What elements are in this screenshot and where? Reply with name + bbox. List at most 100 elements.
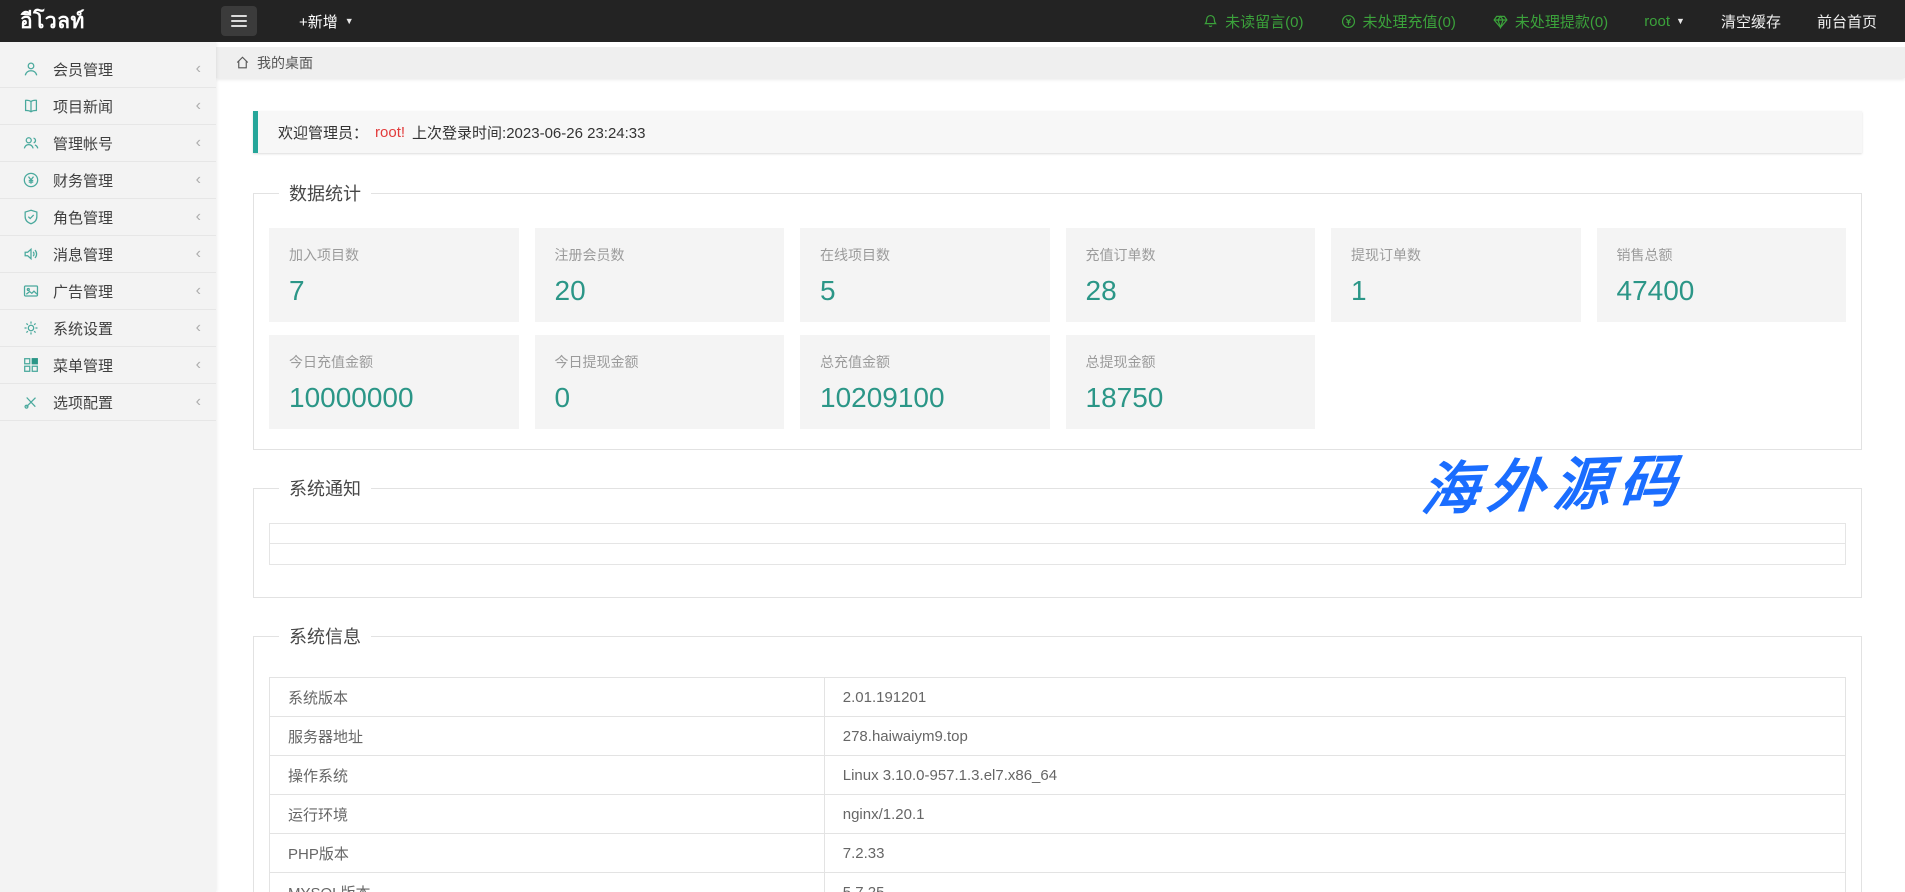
pending-withdraw-label: 未处理提款(0) — [1515, 11, 1608, 32]
sysinfo-label: 服务器地址 — [270, 717, 825, 756]
chevron-down-icon: ▼ — [345, 16, 354, 26]
chevron-left-icon: ‹ — [196, 172, 201, 188]
chevron-left-icon: ‹ — [196, 209, 201, 225]
chevron-left-icon: ‹ — [196, 98, 201, 114]
stat-label: 加入项目数 — [289, 245, 499, 265]
stat-label: 在线项目数 — [820, 245, 1030, 265]
pending-recharge-label: 未处理充值(0) — [1363, 11, 1456, 32]
sidebar-item-messages[interactable]: 消息管理 ‹ — [0, 236, 216, 273]
user-menu[interactable]: root ▼ — [1644, 13, 1685, 30]
stat-label: 总充值金额 — [820, 352, 1030, 372]
stat-value: 5 — [820, 275, 1030, 307]
sidebar-item-label: 角色管理 — [53, 207, 196, 228]
image-icon — [21, 281, 41, 301]
stat-value: 1 — [1351, 275, 1561, 307]
pending-withdraw-link[interactable]: 未处理提款(0) — [1492, 11, 1608, 32]
welcome-prefix: 欢迎管理员： — [278, 122, 368, 143]
stat-card: 销售总额 47400 — [1597, 228, 1847, 322]
sysinfo-label: PHP版本 — [270, 834, 825, 873]
sidebar-item-menus[interactable]: 菜单管理 ‹ — [0, 347, 216, 384]
stat-value: 10000000 — [289, 382, 499, 414]
tools-icon — [21, 392, 41, 412]
stats-panel: 数据统计 加入项目数 7 注册会员数 20 在线项目数 5 — [253, 180, 1862, 450]
sysinfo-value: 2.01.191201 — [824, 678, 1845, 717]
stat-card: 总提现金额 18750 — [1066, 335, 1316, 429]
pending-recharge-link[interactable]: 未处理充值(0) — [1340, 11, 1456, 32]
stat-card: 今日充值金额 10000000 — [269, 335, 519, 429]
chevron-left-icon: ‹ — [196, 246, 201, 262]
welcome-alert: 欢迎管理员： root! 上次登录时间:2023-06-26 23:24:33 — [253, 111, 1862, 153]
stat-value: 0 — [555, 382, 765, 414]
add-new-label: +新增 — [299, 11, 338, 32]
chevron-left-icon: ‹ — [196, 283, 201, 299]
table-row: 操作系统 Linux 3.10.0-957.1.3.el7.x86_64 — [270, 756, 1846, 795]
sidebar-item-roles[interactable]: 角色管理 ‹ — [0, 199, 216, 236]
sysinfo-label: 运行环境 — [270, 795, 825, 834]
app-logo: อีโวลท์ — [0, 5, 216, 38]
stat-card: 今日提现金额 0 — [535, 335, 785, 429]
username-label: root — [1644, 13, 1670, 30]
sysinfo-value: 278.haiwaiym9.top — [824, 717, 1845, 756]
sidebar-item-finance[interactable]: 财务管理 ‹ — [0, 162, 216, 199]
topbar-right: 未读留言(0) 未处理充值(0) 未处理提款(0) root ▼ — [1202, 11, 1905, 32]
gem-icon — [1492, 13, 1509, 30]
stat-label: 总提现金额 — [1086, 352, 1296, 372]
table-row: 系统版本 2.01.191201 — [270, 678, 1846, 717]
table-row: MYSQL版本 5.7.25 — [270, 873, 1846, 892]
sidebar-item-label: 项目新闻 — [53, 96, 196, 117]
yen-circle-icon — [1340, 13, 1357, 30]
chevron-down-icon: ▼ — [1676, 16, 1685, 26]
sysinfo-value: 5.7.25 — [824, 873, 1845, 892]
sidebar-item-admin-accounts[interactable]: 管理帐号 ‹ — [0, 125, 216, 162]
breadcrumb-current: 我的桌面 — [257, 53, 313, 73]
stat-label: 今日提现金额 — [555, 352, 765, 372]
sidebar: 会员管理 ‹ 项目新闻 ‹ 管理帐号 ‹ — [0, 42, 216, 892]
sidebar-item-label: 财务管理 — [53, 170, 196, 191]
stats-cards: 加入项目数 7 注册会员数 20 在线项目数 5 充值订单数 28 — [269, 228, 1846, 429]
breadcrumb-bar: 我的桌面 — [216, 42, 1905, 78]
stat-value: 10209100 — [820, 382, 1030, 414]
stat-value: 20 — [555, 275, 765, 307]
sidebar-toggle-button[interactable] — [221, 6, 257, 36]
notice-row — [269, 523, 1846, 544]
welcome-username: root! — [375, 124, 405, 141]
stat-value: 7 — [289, 275, 499, 307]
breadcrumb[interactable]: 我的桌面 — [235, 53, 313, 73]
sidebar-item-ads[interactable]: 广告管理 ‹ — [0, 273, 216, 310]
notice-panel-title: 系统通知 — [279, 475, 371, 501]
notice-panel: 系统通知 — [253, 475, 1862, 598]
front-home-link[interactable]: 前台首页 — [1817, 11, 1877, 32]
sidebar-item-label: 广告管理 — [53, 281, 196, 302]
hamburger-icon — [231, 15, 247, 17]
bell-icon — [1202, 13, 1219, 30]
stat-label: 充值订单数 — [1086, 245, 1296, 265]
sysinfo-value: nginx/1.20.1 — [824, 795, 1845, 834]
book-icon — [21, 96, 41, 116]
sidebar-item-members[interactable]: 会员管理 ‹ — [0, 51, 216, 88]
unread-messages-label: 未读留言(0) — [1225, 11, 1303, 32]
add-new-button[interactable]: +新增 ▼ — [299, 11, 354, 32]
sidebar-item-system-settings[interactable]: 系统设置 ‹ — [0, 310, 216, 347]
shield-check-icon — [21, 207, 41, 227]
stats-panel-title: 数据统计 — [279, 180, 371, 206]
clear-cache-link[interactable]: 清空缓存 — [1721, 11, 1781, 32]
sysinfo-table: 系统版本 2.01.191201 服务器地址 278.haiwaiym9.top… — [269, 677, 1846, 892]
unread-messages-link[interactable]: 未读留言(0) — [1202, 11, 1303, 32]
grid-icon — [21, 355, 41, 375]
yen-circle-icon — [21, 170, 41, 190]
sidebar-item-options[interactable]: 选项配置 ‹ — [0, 384, 216, 421]
stat-label: 销售总额 — [1617, 245, 1827, 265]
sysinfo-panel-title: 系统信息 — [279, 623, 371, 649]
sysinfo-label: MYSQL版本 — [270, 873, 825, 892]
speaker-icon — [21, 244, 41, 264]
chevron-left-icon: ‹ — [196, 357, 201, 373]
sidebar-item-label: 选项配置 — [53, 392, 196, 413]
sysinfo-label: 操作系统 — [270, 756, 825, 795]
chevron-left-icon: ‹ — [196, 394, 201, 410]
notice-row — [269, 544, 1846, 565]
sidebar-item-project-news[interactable]: 项目新闻 ‹ — [0, 88, 216, 125]
table-row: 运行环境 nginx/1.20.1 — [270, 795, 1846, 834]
stat-value: 47400 — [1617, 275, 1827, 307]
stat-card: 注册会员数 20 — [535, 228, 785, 322]
admin-dashboard: อีโวลท์ +新增 ▼ 未读留言(0) — [0, 0, 1905, 892]
